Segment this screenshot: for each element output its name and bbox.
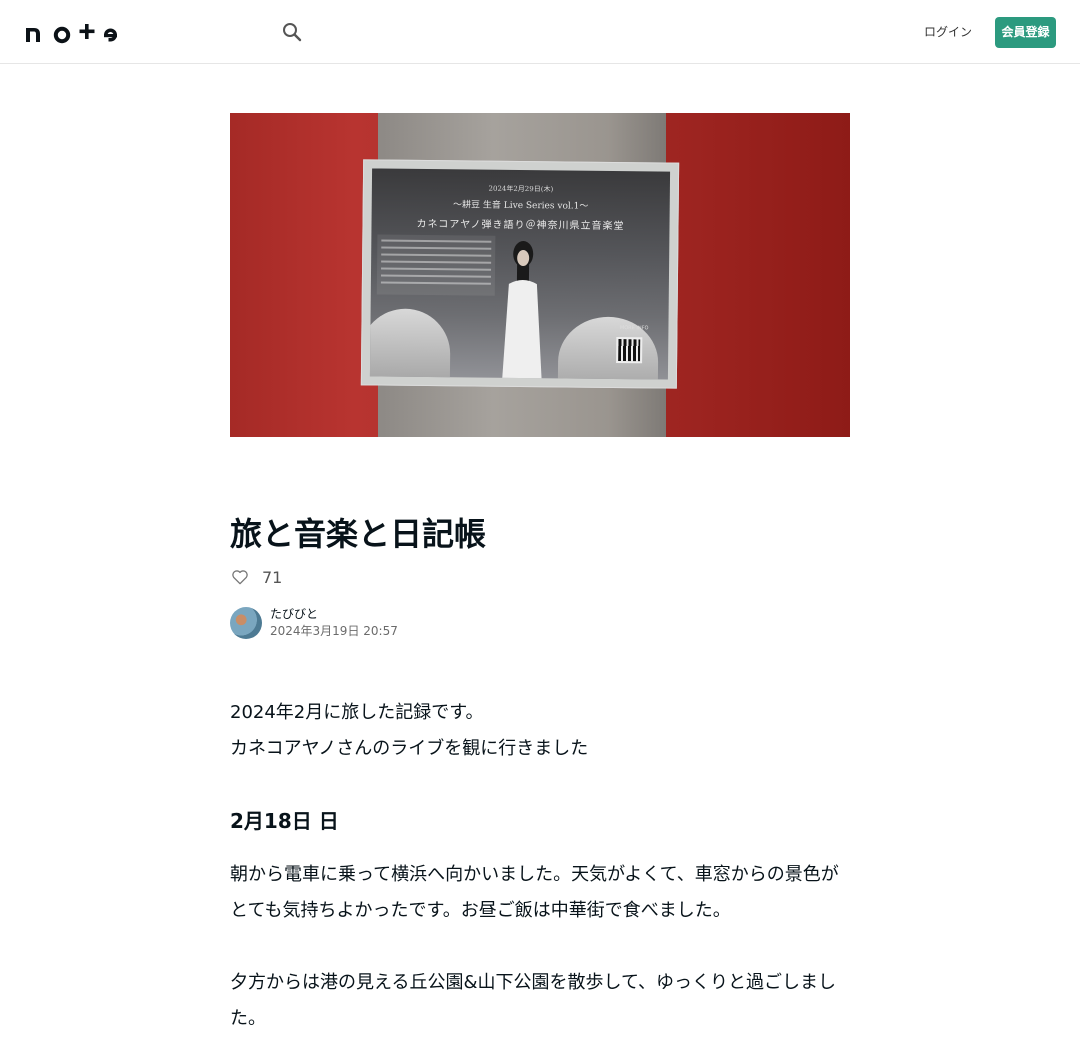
poster-artwork: 2024年2月29日(木) ～耕豆 生音 Live Series vol.1～ …: [369, 168, 671, 380]
poster-qr-label: MORE INFO: [619, 325, 649, 332]
paragraph: カネコアヤノさんのライブを観に行きました: [230, 738, 589, 759]
paragraph: 2024年2月に旅した記録です。: [230, 702, 484, 723]
like-count: 71: [262, 567, 283, 587]
paragraph: 朝から電車に乗って横浜へ向かいました。天気がよくて、車窓からの景色がとても気持ち…: [230, 864, 839, 921]
post-date: 2024年3月19日 20:57: [270, 624, 398, 638]
section-heading: 2月18日 日: [230, 809, 339, 833]
paragraph: 夕方からは港の見える丘公園&山下公園を散歩して、ゆっくりと過ごしました。: [230, 972, 837, 1029]
search-button[interactable]: [280, 20, 304, 44]
hero-image: 2024年2月29日(木) ～耕豆 生音 Live Series vol.1～ …: [230, 113, 850, 437]
poster-description: [376, 234, 496, 296]
site-header: ログイン 会員登録: [0, 0, 1080, 64]
poster-main-title: カネコアヤノ弾き語り＠神奈川県立音楽堂: [416, 218, 625, 233]
avatar[interactable]: [230, 607, 262, 639]
note-logo[interactable]: [24, 20, 124, 44]
poster-dome-left: [369, 308, 451, 380]
search-icon: [283, 23, 302, 42]
poster-person-figure: [501, 241, 542, 380]
concert-poster: 2024年2月29日(木) ～耕豆 生音 Live Series vol.1～ …: [360, 159, 680, 389]
author-block: たびびと 2024年3月19日 20:57: [230, 607, 398, 639]
author-name[interactable]: たびびと: [270, 606, 398, 622]
article-title: 旅と音楽と日記帳: [230, 515, 487, 553]
poster-qr-code: [616, 337, 643, 364]
poster-date: 2024年2月29日(木): [488, 184, 554, 194]
note-logo-icon: [26, 24, 117, 44]
poster-series: ～耕豆 生音 Live Series vol.1～: [453, 200, 589, 212]
login-link[interactable]: ログイン: [924, 22, 972, 42]
like-section: 71: [230, 566, 282, 588]
signup-button[interactable]: 会員登録: [995, 17, 1056, 48]
heart-icon[interactable]: [230, 567, 250, 587]
author-meta: たびびと 2024年3月19日 20:57: [270, 606, 398, 640]
